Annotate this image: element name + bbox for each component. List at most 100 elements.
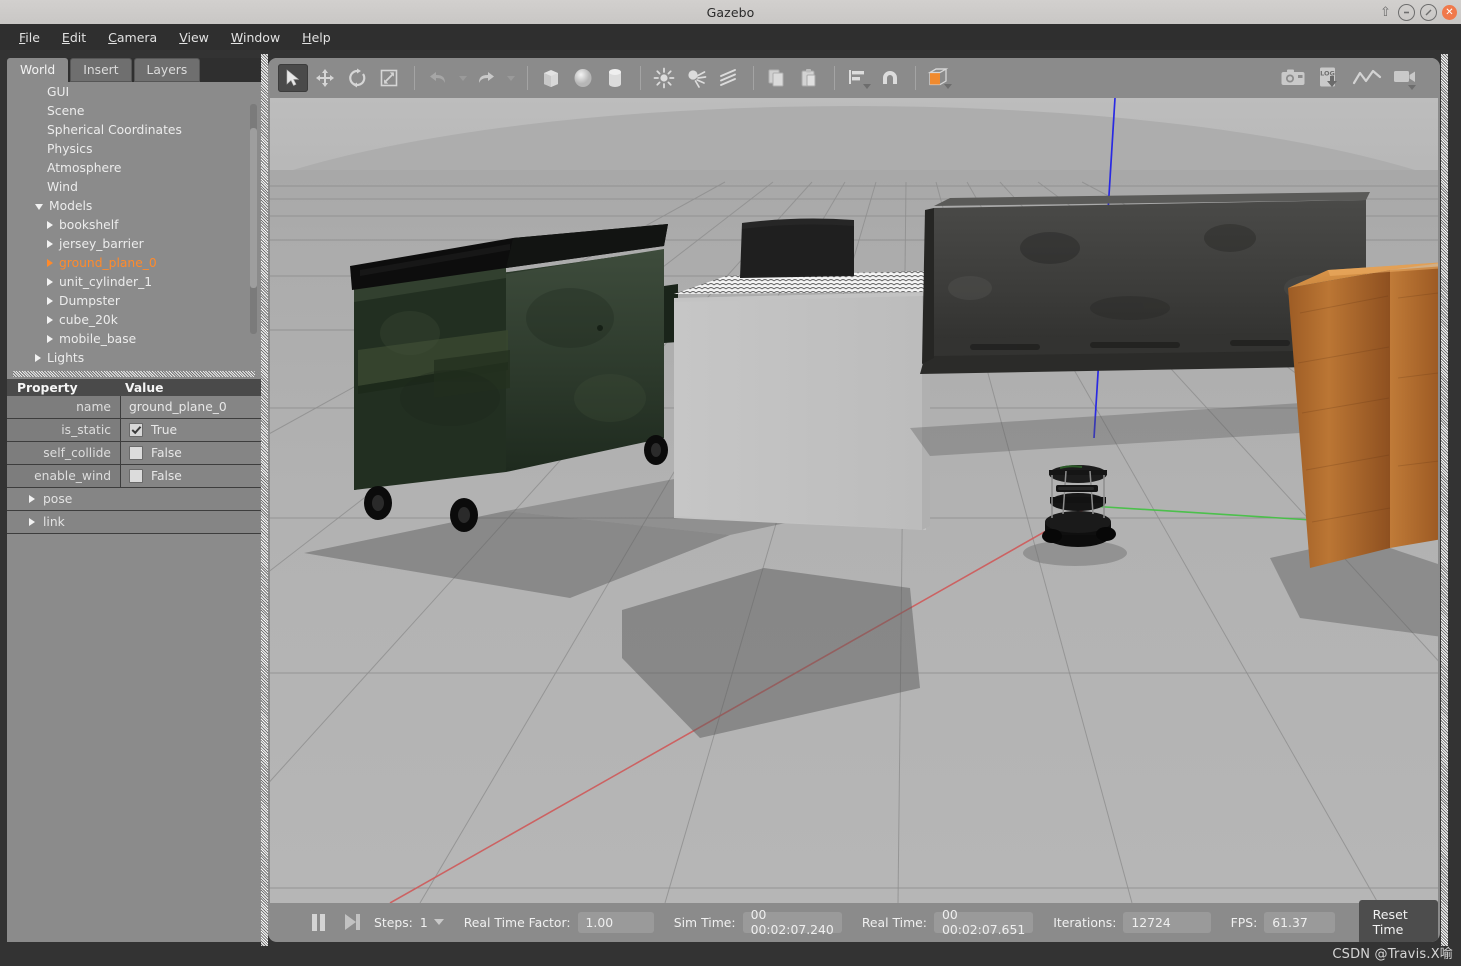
rotate-mode-icon[interactable] [342, 64, 372, 92]
menu-help[interactable]: Help [291, 27, 342, 48]
chevron-down-icon[interactable] [35, 203, 43, 210]
toolbar-separator [414, 66, 415, 90]
steps-value[interactable]: 1 [420, 915, 428, 930]
minimize-button[interactable] [1398, 3, 1415, 21]
reset-time-button[interactable]: Reset Time [1358, 900, 1438, 942]
toolbar-separator [834, 66, 835, 90]
property-row-self-collide[interactable]: self_collide False [7, 442, 261, 465]
main-area: World Insert Layers GUI Scene Spherical … [0, 50, 1461, 966]
steps-dropdown-icon[interactable] [433, 919, 444, 925]
menu-view[interactable]: View [168, 27, 220, 48]
property-value[interactable]: False [121, 465, 261, 487]
maximize-button[interactable] [1420, 3, 1437, 21]
copy-icon[interactable] [762, 64, 792, 92]
chevron-right-icon[interactable] [29, 518, 35, 526]
tab-world[interactable]: World [7, 58, 69, 82]
video-record-icon[interactable] [1388, 64, 1422, 92]
3d-viewport[interactable] [270, 98, 1438, 903]
tree-item-wind[interactable]: Wind [7, 177, 261, 196]
is-static-checkbox[interactable] [129, 423, 143, 437]
change-view-icon[interactable] [924, 64, 954, 92]
tree-item-dumpster[interactable]: Dumpster [7, 291, 261, 310]
shade-button[interactable]: ⇧ [1378, 5, 1393, 20]
pause-button[interactable] [312, 913, 325, 931]
property-key: is_static [7, 419, 121, 441]
panel-horizontal-splitter[interactable] [13, 371, 255, 377]
world-tree[interactable]: GUI Scene Spherical Coordinates Physics … [7, 82, 261, 373]
undo-dropdown-icon[interactable] [455, 64, 469, 92]
insert-sphere-icon[interactable] [568, 64, 598, 92]
tree-item-scene[interactable]: Scene [7, 101, 261, 120]
chevron-right-icon[interactable] [47, 220, 53, 229]
tree-item-cube-20k[interactable]: cube_20k [7, 310, 261, 329]
property-value[interactable]: False [121, 442, 261, 464]
property-table: Property Value name ground_plane_0 is_st… [7, 379, 261, 534]
tree-item-mobile-base[interactable]: mobile_base [7, 329, 261, 348]
menu-camera[interactable]: Camera [97, 27, 168, 48]
chevron-right-icon[interactable] [47, 315, 53, 324]
tree-item-physics[interactable]: Physics [7, 139, 261, 158]
chevron-right-icon[interactable] [47, 334, 53, 343]
chevron-right-icon[interactable] [47, 277, 53, 286]
chevron-right-icon[interactable] [35, 353, 41, 362]
point-light-icon[interactable] [649, 64, 679, 92]
property-value[interactable]: ground_plane_0 [121, 396, 261, 418]
scale-mode-icon[interactable] [374, 64, 404, 92]
property-row-enable-wind[interactable]: enable_wind False [7, 465, 261, 488]
real-time-factor-value: 1.00 [577, 911, 654, 933]
vertical-splitter-right[interactable] [1441, 54, 1448, 946]
tab-layers[interactable]: Layers [133, 58, 201, 82]
panel-tabs: World Insert Layers [7, 58, 261, 82]
vertical-splitter-left[interactable] [261, 54, 268, 946]
window-controls: ⇧ ✕ [1378, 0, 1457, 24]
plot-icon[interactable] [1348, 64, 1386, 92]
tree-item-bookshelf[interactable]: bookshelf [7, 215, 261, 234]
tree-scrollbar-thumb[interactable] [250, 128, 257, 288]
tree-item-atmosphere[interactable]: Atmosphere [7, 158, 261, 177]
property-group-label: link [43, 515, 65, 529]
paste-icon[interactable] [794, 64, 824, 92]
redo-icon[interactable] [471, 64, 501, 92]
redo-dropdown-icon[interactable] [503, 64, 517, 92]
insert-cylinder-icon[interactable] [600, 64, 630, 92]
tab-insert[interactable]: Insert [70, 58, 132, 82]
self-collide-checkbox[interactable] [129, 446, 143, 460]
is-static-value: True [151, 423, 178, 437]
align-icon[interactable] [843, 64, 873, 92]
chevron-right-icon[interactable] [47, 296, 53, 305]
tree-item-ground-plane-0[interactable]: ground_plane_0 [7, 253, 261, 272]
log-record-icon[interactable]: LOG [1312, 64, 1346, 92]
chevron-right-icon[interactable] [47, 239, 53, 248]
tree-item-gui[interactable]: GUI [7, 82, 261, 101]
tree-item-unit-cylinder-1[interactable]: unit_cylinder_1 [7, 272, 261, 291]
snap-magnet-icon[interactable] [875, 64, 905, 92]
tree-item-jersey-barrier[interactable]: jersey_barrier [7, 234, 261, 253]
insert-box-icon[interactable] [536, 64, 566, 92]
property-row-name[interactable]: name ground_plane_0 [7, 396, 261, 419]
spot-light-icon[interactable] [681, 64, 711, 92]
menu-edit[interactable]: Edit [51, 27, 97, 48]
close-button[interactable]: ✕ [1442, 4, 1457, 20]
directional-light-icon[interactable] [713, 64, 743, 92]
chevron-right-icon[interactable] [29, 495, 35, 503]
tree-item-spherical-coordinates[interactable]: Spherical Coordinates [7, 120, 261, 139]
undo-icon[interactable] [423, 64, 453, 92]
property-row-is-static[interactable]: is_static True [7, 419, 261, 442]
step-button[interactable] [345, 914, 360, 930]
chevron-right-icon[interactable] [47, 258, 53, 267]
enable-wind-value: False [151, 469, 182, 483]
tree-item-models[interactable]: Models [7, 196, 261, 215]
property-group-link[interactable]: link [7, 511, 261, 534]
toolbar-separator [915, 66, 916, 90]
menu-file[interactable]: File [8, 27, 51, 48]
self-collide-value: False [151, 446, 182, 460]
translate-mode-icon[interactable] [310, 64, 340, 92]
property-value[interactable]: True [121, 419, 261, 441]
select-mode-icon[interactable] [278, 64, 308, 92]
tree-scrollbar[interactable] [250, 104, 257, 334]
property-group-pose[interactable]: pose [7, 488, 261, 511]
enable-wind-checkbox[interactable] [129, 469, 143, 483]
tree-item-lights[interactable]: Lights [7, 348, 261, 367]
menu-window[interactable]: Window [220, 27, 291, 48]
screenshot-camera-icon[interactable] [1276, 64, 1310, 92]
